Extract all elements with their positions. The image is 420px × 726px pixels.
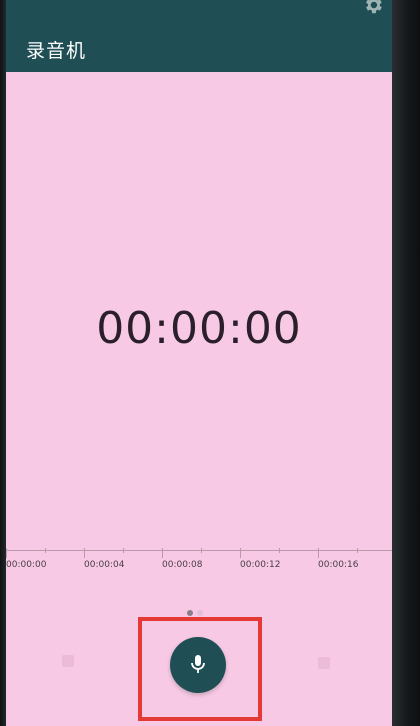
timeline-tick-minor (45, 548, 46, 553)
app-title: 录音机 (26, 40, 87, 62)
gear-icon[interactable] (362, 0, 384, 16)
microphone-icon (191, 655, 205, 673)
recordings-list-icon[interactable] (62, 655, 74, 667)
timeline-axis (6, 550, 392, 551)
device-bezel-right (392, 0, 420, 726)
timeline-ruler[interactable]: 00:00:00 00:00:04 00:00:08 00:00:12 00:00:16 (6, 548, 392, 578)
app-bar: 录音机 (6, 0, 392, 72)
record-button[interactable] (170, 637, 226, 693)
page-dot-inactive (197, 609, 203, 616)
timeline-tick-minor (123, 548, 124, 553)
timeline-tick-minor (357, 548, 358, 553)
page-dot-active (187, 609, 193, 616)
timeline-tick-major (318, 548, 319, 558)
timeline-label: 00:00:04 (84, 560, 125, 570)
timeline-tick-major (84, 548, 85, 558)
timeline-tick-major (240, 548, 241, 558)
timeline-tick-minor (279, 548, 280, 553)
timeline-label: 00:00:12 (240, 560, 281, 570)
timeline-label: 00:00:16 (318, 560, 359, 570)
timeline-tick-major (162, 548, 163, 558)
timeline-label: 00:00:08 (162, 560, 203, 570)
elapsed-timer: 00:00:00 (96, 303, 302, 354)
timeline-tick-major (6, 548, 7, 558)
page-indicator (187, 602, 207, 616)
timeline-label: 00:00:00 (6, 560, 47, 570)
stop-icon[interactable] (318, 657, 330, 669)
timeline-tick-minor (201, 548, 202, 553)
